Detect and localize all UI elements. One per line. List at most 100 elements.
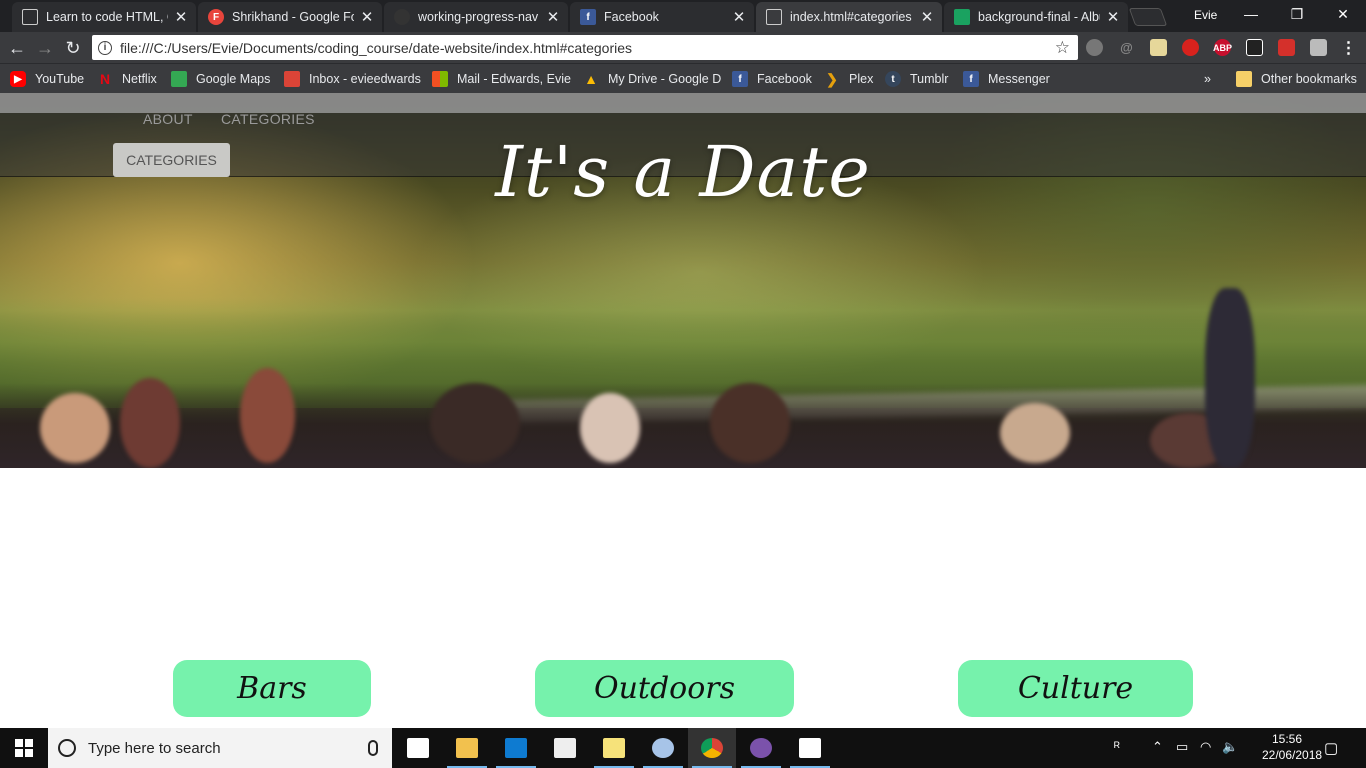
browser-toolbar: ← → ↻ i file:///C:/Users/Evie/Documents/…	[0, 32, 1366, 63]
tab-title: working-progress-nav	[418, 10, 539, 24]
other-bookmarks[interactable]: Other bookmarks	[1236, 70, 1357, 88]
close-window-icon[interactable]: ✕	[1320, 0, 1366, 30]
folder-icon	[1236, 71, 1252, 87]
bookmark-drive[interactable]: ▲ My Drive - Google D	[583, 70, 721, 88]
sticky-notes-app[interactable]	[590, 728, 638, 768]
close-icon[interactable]: ✕	[360, 8, 374, 26]
bookmark-inbox[interactable]: Inbox - evieedwards	[284, 70, 421, 88]
tab-title: index.html#categories	[790, 10, 912, 24]
web-page: ABOUT CATEGORIES CATEGORIES It's a Date …	[0, 93, 1366, 728]
github-desktop-app[interactable]	[737, 728, 785, 768]
bookmark-plex[interactable]: ❯ Plex	[824, 70, 873, 88]
volume-icon[interactable]: 🔈	[1222, 739, 1238, 755]
vscode-app[interactable]	[492, 728, 540, 768]
menu-icon[interactable]: ⋮	[1340, 39, 1357, 57]
tab-strip: Learn to code HTML, CSS ✕ F Shrikhand - …	[0, 0, 1366, 32]
bookmark-label: My Drive - Google D	[608, 72, 722, 86]
clock-time: 15:56	[1271, 732, 1303, 746]
chrome-app[interactable]	[688, 728, 736, 768]
wifi-icon[interactable]: ◠	[1200, 739, 1211, 755]
browser-tab[interactable]: Learn to code HTML, CSS ✕	[12, 2, 196, 32]
restore-icon[interactable]: ❐	[1274, 0, 1320, 30]
microphone-icon[interactable]	[368, 740, 378, 756]
extension-icon[interactable]	[1310, 39, 1327, 56]
close-icon[interactable]: ✕	[920, 8, 934, 26]
start-button[interactable]	[0, 728, 48, 768]
minimize-icon[interactable]: —	[1228, 0, 1274, 30]
bookmark-star-icon[interactable]: ☆	[1055, 38, 1070, 58]
github-icon	[750, 738, 772, 758]
bookmark-label: Inbox - evieedwards	[309, 72, 421, 86]
category-culture-button[interactable]: Culture	[958, 660, 1193, 717]
photos-app[interactable]	[786, 728, 834, 768]
bookmarks-overflow-button[interactable]: »	[1204, 70, 1211, 88]
windows-taskbar: Type here to search ᴿ ⌃ ▭ ◠ 🔈 15:56 22/0…	[0, 728, 1366, 768]
back-icon[interactable]: ←	[6, 37, 28, 59]
extension-icon[interactable]	[1086, 39, 1103, 56]
info-icon[interactable]: i	[98, 40, 112, 55]
taskbar-search[interactable]: Type here to search	[48, 728, 392, 768]
category-outdoors-button[interactable]: Outdoors	[535, 660, 794, 717]
extension-icon[interactable]	[1246, 39, 1263, 56]
bookmark-label: Mail - Edwards, Evie	[457, 72, 571, 86]
inbox-icon	[284, 71, 300, 87]
bookmark-tumblr[interactable]: t Tumblr	[885, 70, 948, 88]
close-icon[interactable]: ✕	[174, 8, 188, 26]
notes-icon[interactable]	[1150, 39, 1167, 56]
clock[interactable]: 15:56 22/06/2018	[1262, 731, 1322, 763]
browser-tab[interactable]: f Facebook ✕	[570, 2, 754, 32]
tab-title: Learn to code HTML, CSS	[46, 10, 168, 24]
reload-icon[interactable]: ↻	[62, 37, 84, 59]
bookmark-label: Netflix	[122, 72, 157, 86]
new-tab-button[interactable]	[1128, 8, 1168, 26]
browser-tab[interactable]: working-progress-nav ✕	[384, 2, 568, 32]
bookmark-facebook[interactable]: f Facebook	[732, 70, 812, 88]
adblock-plus-icon[interactable]: ABP	[1213, 39, 1232, 56]
forward-icon[interactable]: →	[34, 37, 56, 59]
file-explorer-app[interactable]	[443, 728, 491, 768]
site-title: It's a Date	[495, 131, 871, 213]
bookmark-label: Google Maps	[196, 72, 271, 86]
close-icon[interactable]: ✕	[1106, 8, 1120, 26]
address-bar[interactable]: i file:///C:/Users/Evie/Documents/coding…	[92, 35, 1078, 60]
extension-icon[interactable]	[1278, 39, 1295, 56]
bookmark-label: Facebook	[757, 72, 812, 86]
plex-icon: ❯	[826, 70, 838, 87]
paint-icon	[652, 738, 674, 758]
mail-app[interactable]	[541, 728, 589, 768]
bookmark-mail[interactable]: Mail - Edwards, Evie	[432, 70, 571, 88]
at-icon[interactable]: @	[1118, 39, 1135, 56]
close-icon[interactable]: ✕	[732, 8, 746, 26]
bookmark-messenger[interactable]: f Messenger	[963, 70, 1050, 88]
ublock-icon[interactable]	[1182, 39, 1199, 56]
battery-icon[interactable]: ▭	[1176, 739, 1188, 755]
folder-icon	[456, 738, 478, 758]
category-bars-button[interactable]: Bars	[173, 660, 371, 717]
nav-categories-link[interactable]: CATEGORIES	[221, 111, 315, 127]
facebook-icon: f	[732, 71, 748, 87]
browser-tab-active[interactable]: index.html#categories ✕	[756, 2, 942, 32]
notifications-icon[interactable]: ▢	[1324, 739, 1338, 757]
windows-icon	[15, 739, 33, 757]
people-icon[interactable]: ᴿ	[1114, 739, 1120, 754]
close-icon[interactable]: ✕	[546, 8, 560, 26]
bookmark-google-maps[interactable]: Google Maps	[171, 70, 270, 88]
facebook-icon: f	[580, 9, 596, 25]
store-app[interactable]	[394, 728, 442, 768]
profile-name[interactable]: Evie	[1194, 8, 1217, 22]
nav-about-link[interactable]: ABOUT	[143, 111, 193, 127]
photos-icon	[954, 9, 970, 25]
maps-icon	[171, 71, 187, 87]
bookmark-netflix[interactable]: N Netflix	[97, 70, 157, 88]
paint-app[interactable]	[639, 728, 687, 768]
google-fonts-icon: F	[208, 9, 224, 25]
bookmark-youtube[interactable]: ▶ YouTube	[10, 70, 84, 88]
facebook-icon: f	[963, 71, 979, 87]
chevron-up-icon[interactable]: ⌃	[1152, 739, 1163, 755]
bookmark-label: Other bookmarks	[1261, 72, 1357, 86]
url-text[interactable]: file:///C:/Users/Evie/Documents/coding_c…	[120, 40, 1055, 56]
browser-tab[interactable]: F Shrikhand - Google Fonts ✕	[198, 2, 382, 32]
tab-title: background-final - Album	[978, 10, 1100, 24]
browser-tab[interactable]: background-final - Album ✕	[944, 2, 1128, 32]
chrome-icon	[701, 738, 723, 758]
